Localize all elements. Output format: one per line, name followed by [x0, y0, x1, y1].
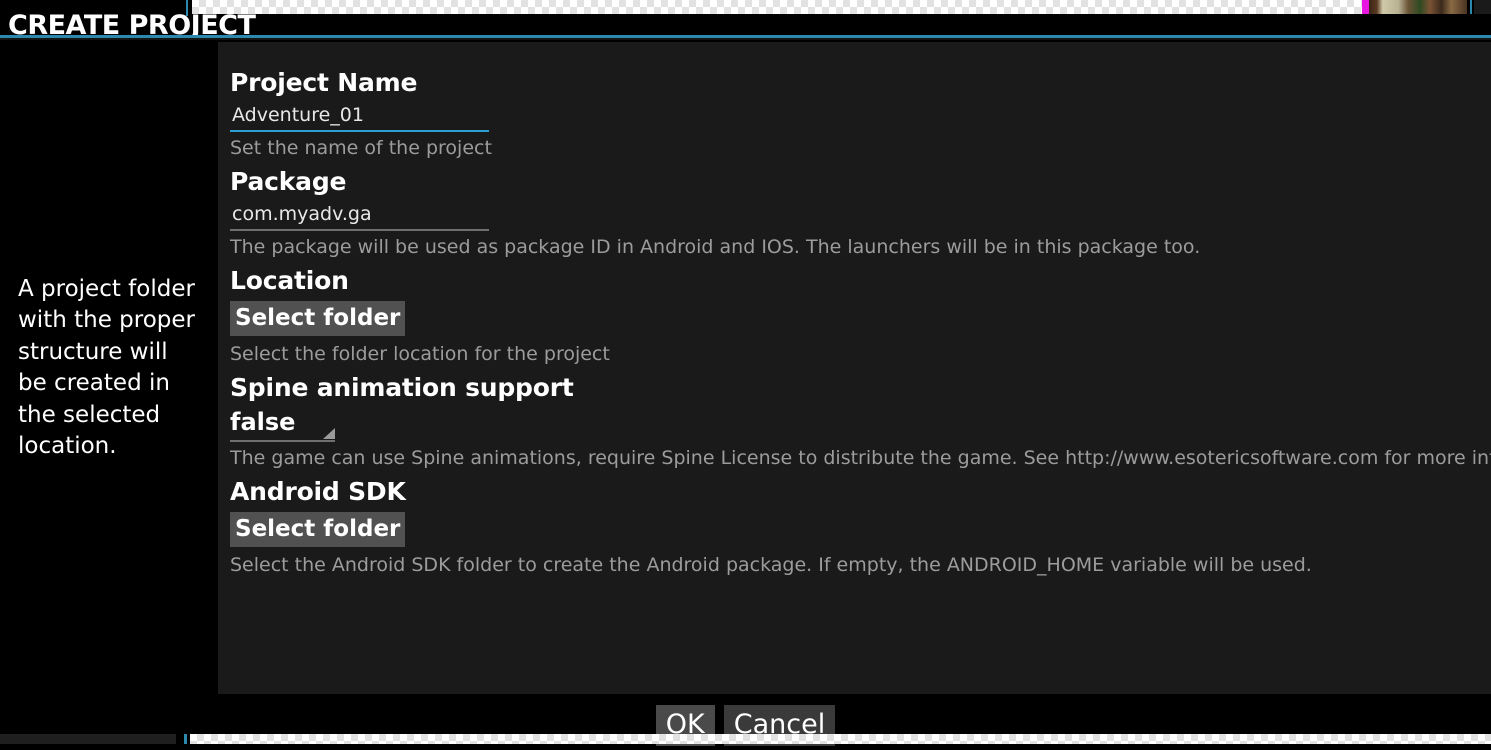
field-label-spine-animation-support: Spine animation support [230, 373, 574, 402]
background-bottom-gap [176, 734, 184, 744]
field-label-location: Location [230, 266, 349, 295]
form-panel: Project Name Set the name of the project… [218, 42, 1491, 694]
field-label-package: Package [230, 167, 347, 196]
field-project-name: Project Name Set the name of the project [230, 66, 1491, 162]
background-bottom-left-panel [0, 734, 176, 744]
chevron-down-icon [323, 428, 336, 439]
select-location-folder-button[interactable]: Select folder [230, 301, 406, 336]
field-spine-animation-support: Spine animation support false The game c… [230, 371, 1491, 472]
field-label-android-sdk: Android SDK [230, 477, 406, 506]
title-rule-shadow [0, 38, 1491, 40]
select-android-sdk-folder-button[interactable]: Select folder [230, 512, 406, 547]
background-bottom-checkerboard [190, 734, 1491, 744]
background-canvas-checkerboard [192, 0, 1362, 14]
help-text: A project folder with the proper structu… [18, 275, 195, 460]
hint-package: The package will be used as package ID i… [230, 236, 1201, 258]
help-pane: A project folder with the proper structu… [0, 42, 218, 694]
create-project-dialog: CREATE PROJECT A project folder with the… [0, 10, 1491, 746]
background-bottom-divider [184, 734, 187, 744]
package-input[interactable] [230, 201, 489, 231]
background-magenta-marker [1362, 0, 1369, 14]
field-android-sdk: Android SDK Select folder Select the And… [230, 475, 1491, 579]
field-location: Location Select folder Select the folder… [230, 264, 1491, 368]
background-app-bottom-strip [0, 734, 1491, 744]
hint-location: Select the folder location for the proje… [230, 343, 610, 365]
hint-spine-animation-support: The game can use Spine animations, requi… [230, 447, 1491, 469]
background-thumbnail-separator [1470, 0, 1472, 14]
background-right-panel [1474, 0, 1491, 14]
spine-animation-support-dropdown[interactable]: false [230, 408, 336, 442]
dialog-titlebar: CREATE PROJECT [0, 10, 1491, 41]
hint-project-name: Set the name of the project [230, 137, 492, 159]
field-package: Package The package will be used as pack… [230, 165, 1491, 261]
hint-android-sdk: Select the Android SDK folder to create … [230, 554, 1312, 576]
background-scene-thumbnail [1369, 0, 1467, 14]
spine-animation-support-value: false [230, 408, 296, 436]
field-label-project-name: Project Name [230, 68, 418, 97]
project-name-input[interactable] [230, 102, 489, 132]
